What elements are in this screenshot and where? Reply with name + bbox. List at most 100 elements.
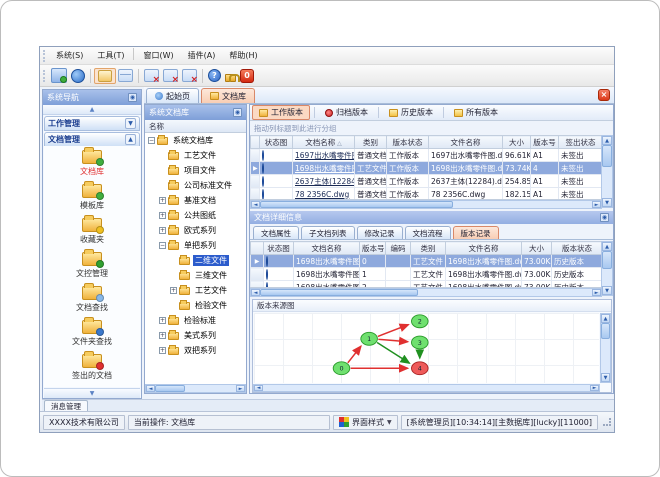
- detail-tab-文档属性[interactable]: 文档属性: [253, 226, 299, 239]
- version-button-工作版本[interactable]: 工作版本: [252, 105, 310, 120]
- scroll-thumb[interactable]: [260, 201, 453, 208]
- help-icon[interactable]: ?: [208, 69, 221, 82]
- tree-node-工艺文件[interactable]: + 工艺文件: [145, 283, 246, 298]
- tree-column-header[interactable]: 名称: [145, 120, 246, 133]
- menu-item-0[interactable]: 系统(S): [49, 48, 90, 63]
- version-node-2[interactable]: 2: [411, 314, 429, 329]
- detail-tab-子文档列表[interactable]: 子文档列表: [301, 226, 355, 239]
- column-header-大小[interactable]: 大小: [521, 241, 552, 255]
- expander-icon[interactable]: +: [159, 347, 166, 354]
- scroll-right-icon[interactable]: ►: [590, 385, 599, 391]
- column-header-编码[interactable]: 编码: [385, 241, 411, 255]
- scroll-thumb[interactable]: [155, 385, 185, 392]
- graph-vscrollbar[interactable]: ▲ ▼: [600, 313, 611, 383]
- column-header-版本状态[interactable]: 版本状态: [386, 135, 429, 149]
- tree-node-系统文档库[interactable]: − 系统文档库: [145, 133, 246, 148]
- tree-node-工艺文件[interactable]: 工艺文件: [145, 148, 246, 163]
- tab-文档库[interactable]: 文档库: [201, 88, 255, 103]
- folder-window-icon[interactable]: [98, 69, 112, 82]
- table-row[interactable]: 78 2356C.dwg普通文档工作版本78 2356C.dwg182.15KB…: [250, 187, 602, 199]
- tree-node-公司标准文件[interactable]: 公司标准文件: [145, 178, 246, 193]
- menu-item-3[interactable]: 插件(A): [181, 48, 223, 63]
- close-doc-icon[interactable]: [182, 69, 198, 85]
- sidebar-item-收藏夹[interactable]: 收藏夹: [44, 214, 140, 248]
- table-row[interactable]: 1698出水嘴零件图.dwg1工艺文件1698出水嘴零件图.dwg73.00KB…: [250, 267, 602, 281]
- column-header-类别[interactable]: 类别: [410, 241, 446, 255]
- table-row[interactable]: ▶1698出水嘴零件图.dwg0工艺文件1698出水嘴零件图.dwg73.00K…: [250, 254, 602, 268]
- pin-icon[interactable]: ◉: [128, 93, 137, 102]
- expander-icon[interactable]: +: [170, 287, 177, 294]
- document-link[interactable]: 78 2356C.dwg: [295, 190, 349, 199]
- sidebar-item-模板库[interactable]: 模板库: [44, 180, 140, 214]
- scroll-left-icon[interactable]: ◄: [251, 201, 260, 208]
- version-node-3[interactable]: 3: [411, 335, 429, 350]
- expander-icon[interactable]: +: [159, 317, 166, 324]
- tree-node-基准文档[interactable]: + 基准文档: [145, 193, 246, 208]
- expander-icon[interactable]: +: [159, 197, 166, 204]
- tab-起始页[interactable]: 起始页: [146, 88, 199, 103]
- tree-node-欧式系列[interactable]: + 欧式系列: [145, 223, 246, 238]
- sidebar-collapse-strip[interactable]: ▲: [43, 105, 141, 115]
- menu-item-4[interactable]: 帮助(H): [222, 48, 264, 63]
- tree-horizontal-scrollbar[interactable]: ◄ ►: [145, 384, 246, 393]
- scroll-up-icon[interactable]: ▲: [602, 136, 612, 145]
- expander-icon[interactable]: −: [148, 137, 155, 144]
- column-header-文档名称[interactable]: 文档名称 △: [292, 135, 355, 149]
- close-tab-icon[interactable]: ×: [598, 89, 610, 101]
- detail-tab-修改记录[interactable]: 修改记录: [356, 226, 403, 239]
- scroll-right-icon[interactable]: ►: [592, 289, 601, 296]
- lock-icon[interactable]: [225, 74, 240, 82]
- tree-node-三维文件[interactable]: 三维文件: [145, 268, 246, 283]
- scroll-thumb[interactable]: [260, 289, 418, 296]
- version-node-0[interactable]: 0: [332, 361, 351, 376]
- column-header-版本状态[interactable]: 版本状态: [551, 241, 602, 255]
- pin-icon[interactable]: ◉: [600, 213, 609, 222]
- tree-node-双把系列[interactable]: + 双把系列: [145, 343, 246, 358]
- document-grid-hscrollbar[interactable]: ◄ ►: [250, 200, 602, 209]
- scroll-up-icon[interactable]: ▲: [601, 314, 610, 323]
- table-row[interactable]: 1697出水嘴零件图.dwg普通文档工作版本1697出水嘴零件图.dwg96.6…: [250, 148, 602, 162]
- version-graph[interactable]: 0 1 2 3 4: [254, 313, 599, 383]
- version-button-所有版本[interactable]: 所有版本: [448, 106, 504, 119]
- window-icon[interactable]: [51, 68, 67, 83]
- tree-node-检验标准[interactable]: + 检验标准: [145, 313, 246, 328]
- close-doc-icon[interactable]: [163, 69, 179, 85]
- table-row[interactable]: 1698出水嘴零件图.dwg2工艺文件1698出水嘴零件图.dwg73.00KB…: [250, 280, 602, 287]
- column-header-状态图[interactable]: 状态图: [263, 241, 294, 255]
- column-header-文件名称[interactable]: 文件名称: [428, 135, 503, 149]
- table-window-icon[interactable]: [118, 69, 133, 82]
- expander-icon[interactable]: +: [159, 332, 166, 339]
- scroll-thumb[interactable]: [601, 323, 610, 339]
- table-row[interactable]: 2637主体(12284).dwg普通文档工作版本2637主体(12284).d…: [250, 174, 602, 188]
- chevron-up-icon[interactable]: ▲: [125, 134, 136, 145]
- sidebar-item-文控管理[interactable]: 文控管理: [44, 248, 140, 282]
- expander-icon[interactable]: −: [159, 242, 166, 249]
- pin-icon[interactable]: ◉: [233, 108, 242, 117]
- scroll-right-icon[interactable]: ►: [236, 385, 245, 392]
- sidebar-item-签出的文档[interactable]: 签出的文档: [44, 350, 140, 384]
- column-header-签出状态[interactable]: 签出状态: [558, 135, 602, 149]
- document-link[interactable]: 2637主体(12284).dwg: [295, 177, 354, 186]
- column-header-版本号[interactable]: 版本号: [530, 135, 559, 149]
- version-node-1[interactable]: 1: [360, 331, 378, 346]
- detail-tab-版本记录[interactable]: 版本记录: [452, 226, 499, 239]
- tree-node-美式系列[interactable]: + 美式系列: [145, 328, 246, 343]
- scroll-up-icon[interactable]: ▲: [602, 242, 612, 251]
- sidebar-item-文件夹查找[interactable]: 文件夹查找: [44, 316, 140, 350]
- sidebar-group-work[interactable]: 工作管理 ▼: [44, 116, 140, 131]
- version-button-历史版本[interactable]: 历史版本: [383, 106, 439, 119]
- sidebar-item-文档库[interactable]: 文档库: [44, 146, 140, 180]
- ui-style-selector[interactable]: 界面样式 ▼: [333, 414, 398, 430]
- document-grid-vscrollbar[interactable]: ▲ ▼: [601, 135, 613, 208]
- column-header-文件名称[interactable]: 文件名称: [445, 241, 522, 255]
- column-header-文档名称[interactable]: 文档名称: [293, 241, 360, 255]
- menu-item-2[interactable]: 窗口(W): [136, 48, 180, 63]
- scroll-right-icon[interactable]: ►: [592, 201, 601, 208]
- sidebar-item-文档查找[interactable]: 文档查找: [44, 282, 140, 316]
- scroll-left-icon[interactable]: ◄: [146, 385, 155, 392]
- tree-node-公共图纸[interactable]: + 公共图纸: [145, 208, 246, 223]
- resize-grip[interactable]: [603, 418, 611, 426]
- scroll-thumb[interactable]: [602, 251, 612, 269]
- toolbar-active-button[interactable]: [94, 67, 116, 84]
- scroll-thumb[interactable]: [602, 145, 612, 167]
